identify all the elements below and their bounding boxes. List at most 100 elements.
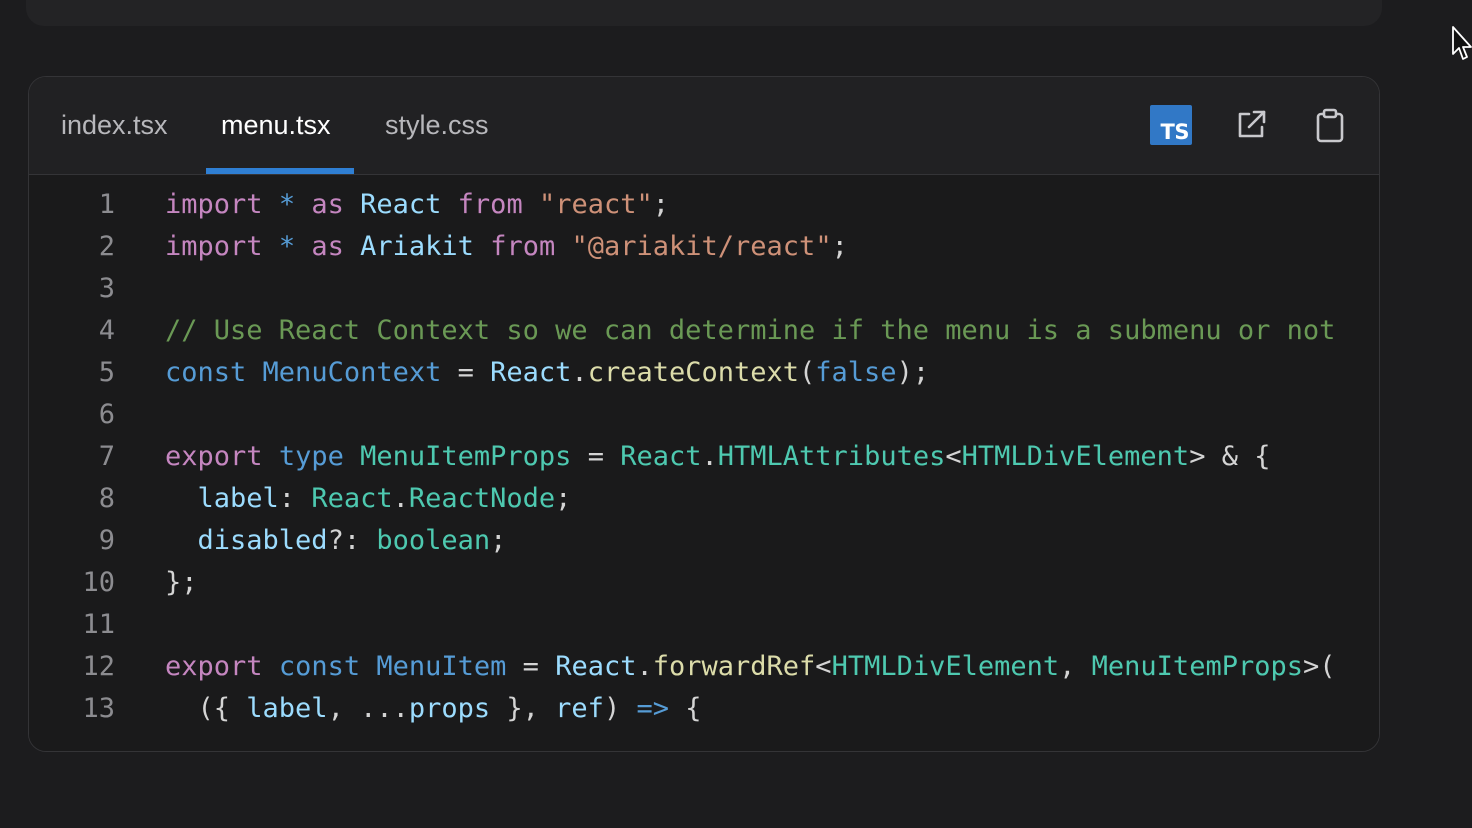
line-number: 9 <box>98 525 115 556</box>
code-token: React <box>555 651 637 682</box>
line-number: 2 <box>98 231 115 262</box>
code-token: ; <box>652 189 670 220</box>
code-line: 5 const MenuContext = React.createContext… <box>29 352 1379 394</box>
code-token: import <box>165 231 263 262</box>
code-token: createContext <box>587 357 800 388</box>
code-token: disabled <box>197 525 328 556</box>
code-line: 2 import * as Ariakit from "@ariakit/reac… <box>29 226 1379 268</box>
code-token: export <box>165 441 263 472</box>
line-number: 10 <box>82 567 115 598</box>
code-token: = <box>506 651 556 682</box>
mouse-pointer-icon <box>1452 26 1472 60</box>
code-token: from <box>457 189 523 220</box>
code-line: 9 disabled?: boolean; <box>29 520 1379 562</box>
code-token: . <box>571 357 588 388</box>
tab-menu-tsx[interactable]: menu.tsx <box>221 77 331 174</box>
code-token: type <box>278 441 344 472</box>
code-text: import * as Ariakit from "@ariakit/react… <box>165 226 848 268</box>
code-line: 7 export type MenuItemProps = React.HTMLA… <box>29 436 1379 478</box>
code-text: }; <box>165 562 198 604</box>
code-token: . <box>636 651 653 682</box>
code-token: "@ariakit/react" <box>571 231 832 262</box>
code-line: 8 label: React.ReactNode; <box>29 478 1379 520</box>
code-token: export <box>165 651 263 682</box>
typescript-badge-icon[interactable]: TS <box>1150 105 1192 145</box>
line-number: 4 <box>98 315 115 346</box>
code-text: label: React.ReactNode; <box>165 478 572 520</box>
code-token: * <box>278 189 296 220</box>
line-number: 8 <box>98 483 115 514</box>
open-external-icon[interactable] <box>1233 107 1269 143</box>
code-token: >( <box>1302 651 1336 682</box>
code-token: < <box>945 441 962 472</box>
line-number: 5 <box>98 357 115 388</box>
code-text: import * as React from "react"; <box>165 184 669 226</box>
code-token: Ariakit <box>360 231 474 262</box>
line-number: 12 <box>82 651 115 682</box>
code-token: ; <box>831 231 848 262</box>
code-token: < <box>815 651 832 682</box>
code-token: const <box>278 651 361 682</box>
line-number: 11 <box>82 609 115 640</box>
code-token: , ... <box>327 693 409 724</box>
code-token: > & { <box>1189 441 1271 472</box>
ts-badge-label: TS <box>1160 120 1190 144</box>
code-token: = <box>571 441 621 472</box>
code-line: 10}; <box>29 562 1379 604</box>
code-text: // Use React Context so we can determine… <box>165 310 1335 352</box>
code-token: MenuItem <box>376 651 507 682</box>
code-token: as <box>311 231 344 262</box>
code-token: props <box>408 693 491 724</box>
line-number: 13 <box>82 693 115 724</box>
previous-panel <box>26 0 1382 26</box>
code-line: 13 ({ label, ...props }, ref) => { <box>29 688 1379 730</box>
line-number: 6 <box>98 399 115 430</box>
tab-style-css[interactable]: style.css <box>385 77 489 174</box>
code-token: ); <box>896 357 930 388</box>
clipboard-icon[interactable] <box>1312 107 1348 143</box>
file-tabbar: index.tsx menu.tsx style.css TS <box>29 77 1379 175</box>
code-token: label <box>197 483 279 514</box>
code-token: React <box>360 189 442 220</box>
code-token: : <box>278 483 312 514</box>
code-token: }; <box>165 567 198 598</box>
code-token: ?: <box>327 525 377 556</box>
code-line: 11 <box>29 604 1379 646</box>
code-text: const MenuContext = React.createContext(… <box>165 352 929 394</box>
code-token: "react" <box>538 189 653 220</box>
code-token: ( <box>799 357 816 388</box>
code-line: 3 <box>29 268 1379 310</box>
code-token: MenuContext <box>262 357 442 388</box>
code-token: }, <box>490 693 556 724</box>
code-token: false <box>815 357 897 388</box>
tab-index-tsx[interactable]: index.tsx <box>61 77 168 174</box>
code-line: 1 import * as React from "react"; <box>29 184 1379 226</box>
code-token: HTMLDivElement <box>961 441 1190 472</box>
code-token: forwardRef <box>652 651 816 682</box>
line-number: 7 <box>98 441 115 472</box>
code-text: export type MenuItemProps = React.HTMLAt… <box>165 436 1270 478</box>
code-token: HTMLAttributes <box>717 441 946 472</box>
code-token: ({ <box>165 693 247 724</box>
code-token: boolean <box>376 525 491 556</box>
code-token: ref <box>555 693 604 724</box>
code-token: => <box>636 693 669 724</box>
code-token: React <box>620 441 702 472</box>
code-token: // Use React Context so we can determine… <box>165 315 1336 346</box>
line-number: 1 <box>98 189 115 220</box>
code-token: { <box>668 693 702 724</box>
